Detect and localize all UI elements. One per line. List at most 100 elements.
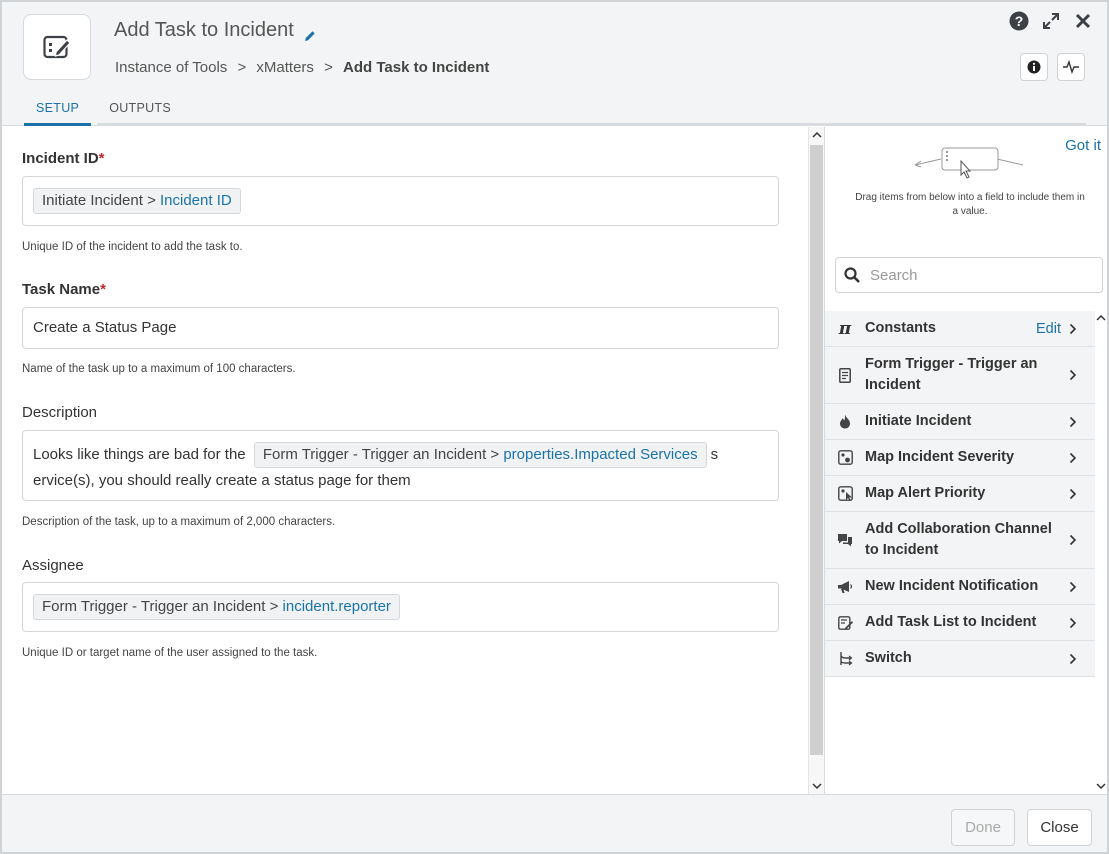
breadcrumb-middle[interactable]: xMatters <box>256 59 314 76</box>
breadcrumb-separator: > <box>324 59 333 76</box>
search-icon <box>844 267 860 283</box>
required-marker: * <box>100 281 106 298</box>
window-controls: ? <box>1009 11 1093 31</box>
description-help: Description of the task, up to a maximum… <box>22 516 336 528</box>
header-tool-buttons <box>1020 53 1085 81</box>
info-button[interactable] <box>1020 53 1048 81</box>
help-icon[interactable]: ? <box>1009 11 1029 31</box>
breadcrumb: Instance of Tools > xMatters > Add Task … <box>115 59 489 76</box>
pill-value: Incident ID <box>160 192 232 209</box>
assignee-help: Unique ID or target name of the user ass… <box>22 647 318 659</box>
breadcrumb-root[interactable]: Instance of Tools <box>115 59 227 76</box>
pulse-icon <box>1063 60 1079 74</box>
task-name-help: Name of the task up to a maximum of 100 … <box>22 363 296 375</box>
chevron-right-icon <box>1069 416 1083 428</box>
setup-form: Incident ID* Initiate Incident > Inciden… <box>2 127 808 794</box>
description-label: Description <box>22 404 98 421</box>
chevron-right-icon <box>1069 617 1083 629</box>
form-icon <box>837 367 853 383</box>
close-icon[interactable] <box>1073 11 1093 31</box>
pill-value: incident.reporter <box>282 598 391 615</box>
task-name-label: Task Name* <box>22 281 106 298</box>
list-item-form-trigger[interactable]: Form Trigger - Trigger an Incident <box>825 347 1095 404</box>
data-panel: Got it Drag items from below into a fiel… <box>824 127 1107 794</box>
scroll-up-arrow-icon[interactable] <box>1096 314 1106 321</box>
map-alert-icon <box>837 486 853 502</box>
list-item-add-task-list[interactable]: Add Task List to Incident <box>825 605 1095 641</box>
incident-id-pill[interactable]: Initiate Incident > Incident ID <box>33 188 241 214</box>
info-icon <box>1027 60 1041 74</box>
list-item-label: New Incident Notification <box>865 578 1039 594</box>
breadcrumb-separator: > <box>237 59 247 76</box>
scroll-down-arrow-icon[interactable] <box>1096 783 1106 790</box>
tab-bar: SETUP OUTPUTS <box>24 95 184 126</box>
drag-hint-text: Drag items from below into a field to in… <box>855 192 1085 217</box>
page-title: Add Task to Incident <box>114 19 316 42</box>
description-pill[interactable]: Form Trigger - Trigger an Incident > pro… <box>253 442 707 468</box>
required-marker: * <box>98 150 105 167</box>
list-item-switch[interactable]: Switch <box>825 641 1095 677</box>
pi-icon: π <box>838 318 852 339</box>
done-button[interactable]: Done <box>951 809 1015 846</box>
incident-id-label: Incident ID* <box>22 150 105 167</box>
chat-icon <box>837 532 853 548</box>
chevron-right-icon <box>1069 653 1083 665</box>
got-it-link[interactable]: Got it <box>1065 137 1101 154</box>
tab-underline <box>176 123 1086 126</box>
pill-prefix: Initiate Incident > <box>42 192 156 209</box>
description-line-2: ervice(s), you should really create a st… <box>33 472 411 489</box>
task-name-label-text: Task Name <box>22 281 101 298</box>
megaphone-icon <box>837 579 853 595</box>
list-item-label: Initiate Incident <box>865 413 972 429</box>
step-dialog: Add Task to Incident Instance of Tools >… <box>0 0 1109 854</box>
breadcrumb-current: Add Task to Incident <box>343 59 490 76</box>
chevron-right-icon <box>1069 581 1083 593</box>
list-item-add-collaboration-channel[interactable]: Add Collaboration Channel to Incident <box>825 512 1095 569</box>
list-item-label: Map Alert Priority <box>865 485 986 501</box>
assignee-pill[interactable]: Form Trigger - Trigger an Incident > inc… <box>33 594 400 620</box>
activity-button[interactable] <box>1057 53 1085 81</box>
constants-edit-link[interactable]: Edit <box>1036 321 1061 337</box>
chevron-right-icon <box>1069 369 1083 381</box>
description-field[interactable]: Looks like things are bad for the Form T… <box>22 430 779 501</box>
list-item-new-incident-notification[interactable]: New Incident Notification <box>825 569 1095 605</box>
form-scrollbar[interactable] <box>808 127 824 794</box>
pill-prefix: Form Trigger - Trigger an Incident > <box>42 598 279 615</box>
svg-text:?: ? <box>1015 13 1024 29</box>
scrollbar-thumb[interactable] <box>810 145 823 755</box>
dialog-header: Add Task to Incident Instance of Tools >… <box>2 2 1107 126</box>
fire-icon <box>837 414 853 430</box>
list-item-label: Map Incident Severity <box>865 449 1015 465</box>
scroll-up-arrow-icon[interactable] <box>809 127 824 142</box>
assignee-field[interactable]: Form Trigger - Trigger an Incident > inc… <box>22 582 779 632</box>
close-button[interactable]: Close <box>1027 809 1092 846</box>
tab-setup[interactable]: SETUP <box>24 95 92 126</box>
assignee-label: Assignee <box>22 557 84 574</box>
search-input[interactable] <box>868 265 1088 285</box>
switch-icon <box>837 651 853 667</box>
task-name-field[interactable]: Create a Status Page <box>22 307 779 349</box>
incident-id-help: Unique ID of the incident to add the tas… <box>22 241 243 253</box>
list-item-label: Form Trigger - Trigger an Incident <box>865 356 1038 393</box>
search-box <box>835 257 1103 293</box>
step-output-list: π Constants Edit Form Trigger - Trigger … <box>825 311 1095 677</box>
scroll-down-arrow-icon[interactable] <box>809 779 824 794</box>
list-item-constants[interactable]: π Constants Edit <box>825 311 1095 347</box>
incident-id-field[interactable]: Initiate Incident > Incident ID <box>22 176 779 226</box>
list-item-initiate-incident[interactable]: Initiate Incident <box>825 404 1095 440</box>
list-item-map-incident-severity[interactable]: Map Incident Severity <box>825 440 1095 476</box>
edit-title-pencil-icon[interactable] <box>304 25 316 41</box>
step-icon <box>23 14 91 80</box>
side-scrollbar[interactable] <box>1095 311 1107 794</box>
list-item-label: Add Task List to Incident <box>865 614 1037 630</box>
description-text-after-1: s <box>710 446 719 463</box>
list-item-label: Constants <box>865 320 936 336</box>
tab-outputs[interactable]: OUTPUTS <box>97 95 184 126</box>
task-name-value: Create a Status Page <box>33 319 177 336</box>
chevron-right-icon <box>1069 488 1083 500</box>
incident-id-label-text: Incident ID <box>22 150 99 167</box>
expand-icon[interactable] <box>1041 11 1061 31</box>
list-item-label: Add Collaboration Channel to Incident <box>865 521 1052 558</box>
list-item-map-alert-priority[interactable]: Map Alert Priority <box>825 476 1095 512</box>
task-list-icon <box>837 615 853 631</box>
